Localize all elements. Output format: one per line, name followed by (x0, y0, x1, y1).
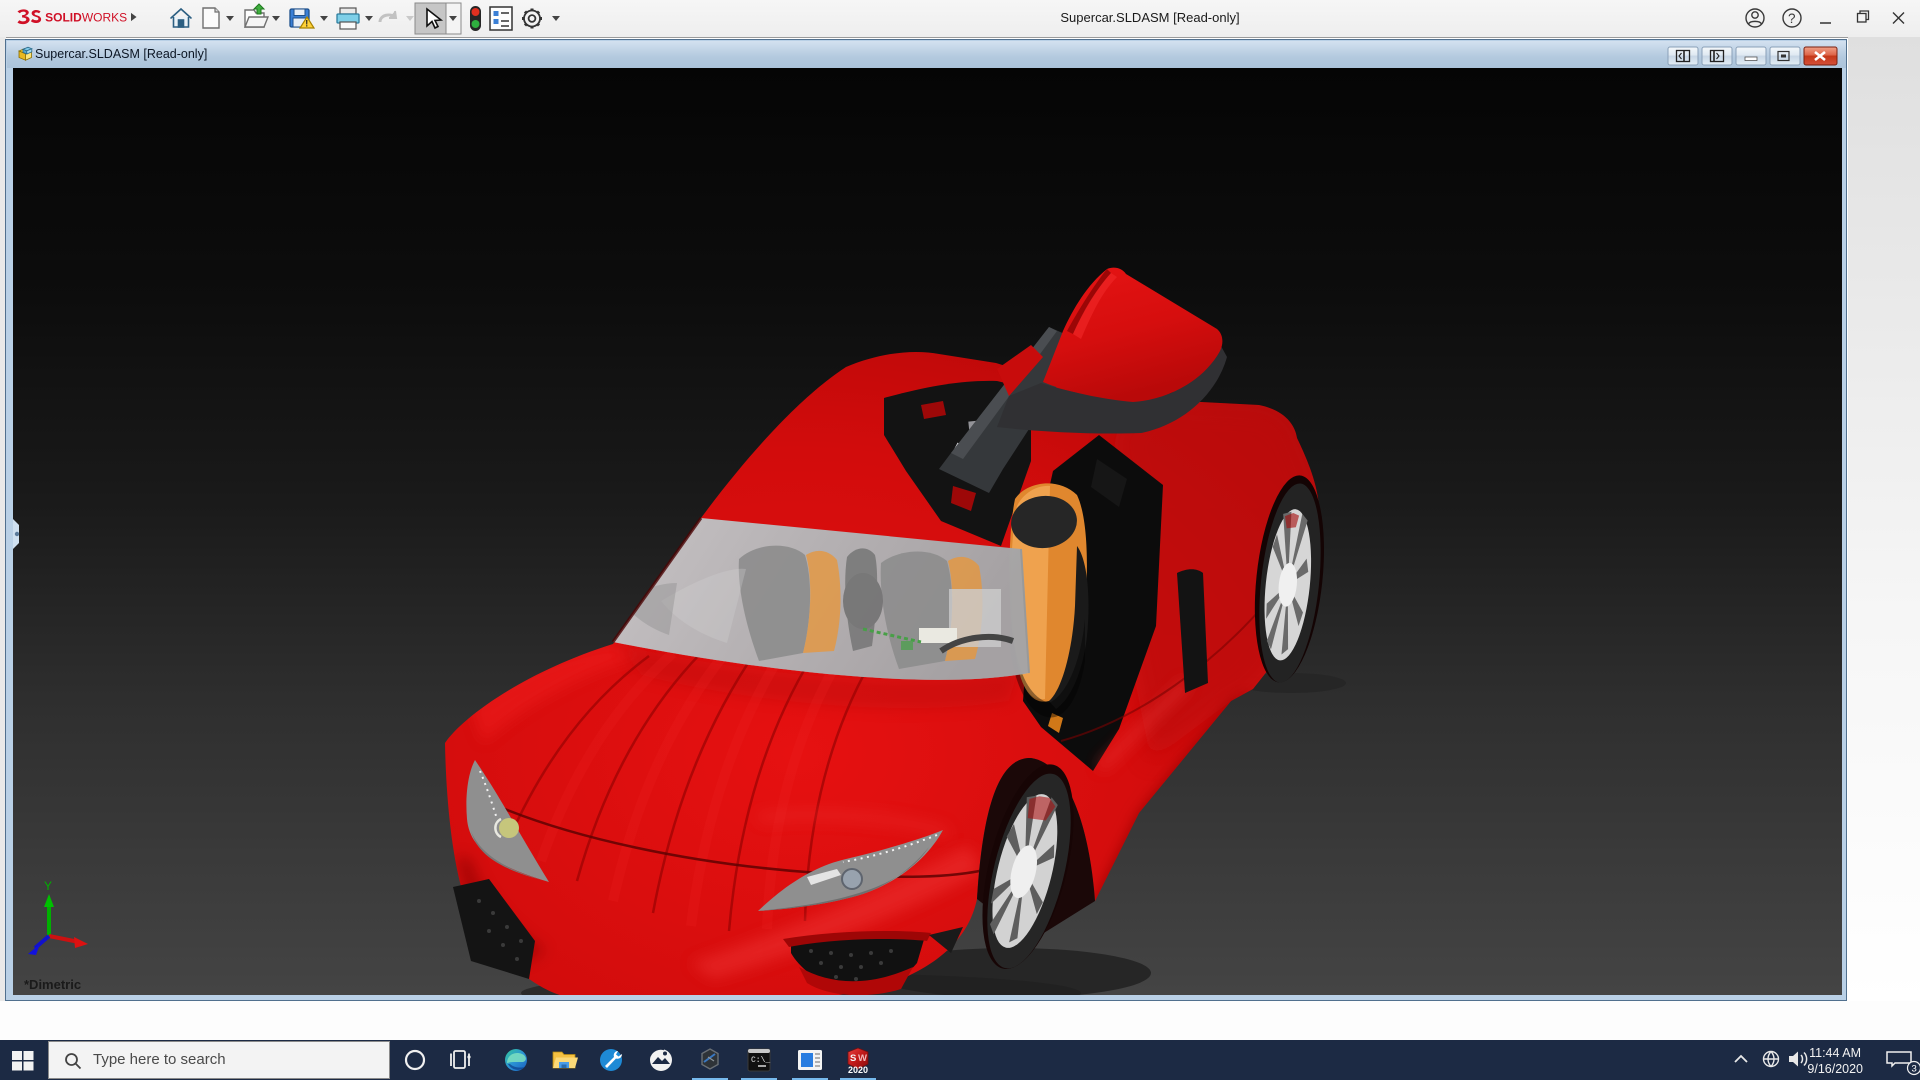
svg-text:W: W (858, 1053, 867, 1064)
svg-text:2020: 2020 (848, 1065, 868, 1075)
svg-text:3: 3 (1912, 1064, 1917, 1075)
svg-text:?: ? (1788, 11, 1796, 26)
svg-text:S: S (850, 1053, 856, 1064)
svg-text:11:44 AM: 11:44 AM (1809, 1046, 1861, 1060)
svg-text:Y: Y (44, 879, 52, 893)
svg-text:C:\_: C:\_ (751, 1056, 770, 1065)
svg-text:9/16/2020: 9/16/2020 (1807, 1062, 1863, 1076)
svg-text:!: ! (305, 19, 308, 29)
svg-text:SOLIDWORKS: SOLIDWORKS (45, 11, 127, 25)
